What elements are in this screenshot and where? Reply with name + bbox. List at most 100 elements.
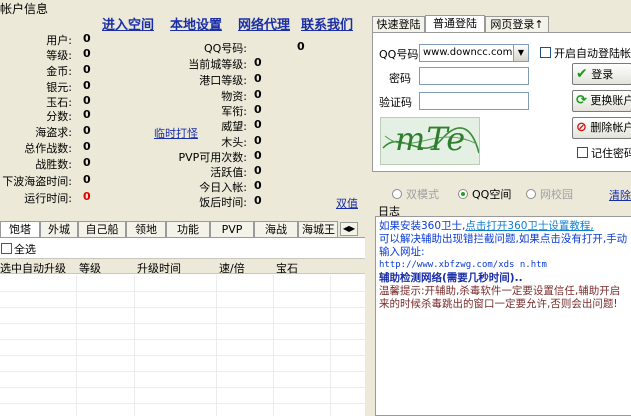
- mode-label-campus: 网校园: [540, 188, 573, 201]
- grid-col-line: [273, 275, 274, 416]
- col-speed[interactable]: 速/倍: [219, 260, 245, 276]
- temp-dock-link[interactable]: 临时打怪: [154, 125, 198, 141]
- run-time-label: 运行时间:: [24, 192, 72, 205]
- function-tab-bar: 饱塔 外城 自己船 领地 功能 PVP 海战 海城王 ◀▶: [0, 221, 365, 238]
- tab-scroll-arrows[interactable]: ◀▶: [340, 222, 358, 236]
- grid-row-line: [0, 371, 365, 372]
- delete-account-label: 删除帐户: [590, 121, 631, 134]
- grid-row-line: [0, 339, 365, 340]
- local-settings-link[interactable]: 本地设置: [170, 14, 222, 33]
- change-account-label: 更换账户: [590, 94, 631, 107]
- enter-space-link[interactable]: 进入空间: [102, 14, 154, 33]
- mode-radio-qzone[interactable]: [458, 189, 468, 199]
- port-level-value: 0: [254, 72, 262, 85]
- login-button-label: 登录: [591, 68, 614, 81]
- prestige-label: 威望:: [221, 120, 247, 133]
- tab-quick-login[interactable]: 快速登陆: [372, 16, 425, 32]
- today-income-label: 今日入帐:: [199, 181, 247, 194]
- password-input[interactable]: [419, 67, 529, 85]
- grid-col-line: [216, 275, 217, 416]
- clear-link[interactable]: 清除: [609, 187, 631, 203]
- grid-col-line: [330, 275, 331, 416]
- col-upgrade-time[interactable]: 升级时间: [137, 260, 181, 276]
- city-level-label: 当前城等级:: [188, 58, 247, 71]
- captcha-input[interactable]: [419, 92, 529, 110]
- wood-label: 木头:: [221, 136, 247, 149]
- grid-header: 选中自动升级 等级 升级时间 速/倍 宝石: [0, 258, 365, 276]
- account-section-title: 帐户信息: [0, 2, 49, 16]
- level-label: 等级:: [46, 49, 72, 62]
- activity-value: 0: [254, 164, 262, 177]
- refresh-icon: ⟳: [576, 93, 587, 108]
- change-account-button[interactable]: ⟳ 更换账户: [572, 90, 631, 112]
- grid-col-line: [134, 275, 135, 416]
- today-income-value: 0: [254, 179, 262, 192]
- col-level[interactable]: 等级: [79, 260, 101, 276]
- tab-1[interactable]: 外城: [40, 221, 78, 237]
- col-auto-upgrade[interactable]: 选中自动升级: [0, 260, 66, 276]
- pvp-label: PVP可用次数:: [178, 151, 248, 164]
- captcha-text: mTe: [395, 120, 467, 158]
- log-url[interactable]: http://www.xbfzwg.com/xds n.htm: [379, 259, 628, 272]
- prestige-value: 0: [254, 118, 262, 131]
- double-value-link[interactable]: 双值: [336, 195, 358, 211]
- tab-normal-login[interactable]: 普通登陆: [425, 15, 485, 33]
- tab-4[interactable]: 功能: [166, 221, 210, 237]
- mode-radio-dual[interactable]: [392, 189, 402, 199]
- select-all-label: 全选: [14, 243, 36, 256]
- col-gem[interactable]: 宝石: [276, 260, 298, 276]
- level-value: 0: [83, 47, 91, 60]
- grid-row-line: [0, 403, 365, 404]
- delete-account-button[interactable]: ⊘ 删除帐户: [572, 117, 631, 139]
- mode-label-dual: 双模式: [406, 188, 439, 201]
- dropdown-arrow-icon[interactable]: ▼: [513, 45, 528, 61]
- total-battles-label: 总作战数:: [24, 142, 72, 155]
- silver-label: 银元:: [46, 81, 72, 94]
- auto-login-checkbox[interactable]: [540, 47, 551, 58]
- remember-password-checkbox[interactable]: [577, 147, 588, 158]
- tab-5[interactable]: PVP: [210, 221, 254, 237]
- mode-label-qzone: QQ空间: [472, 188, 512, 201]
- tab-6[interactable]: 海战: [254, 221, 298, 237]
- city-level-value: 0: [254, 56, 262, 69]
- tab-0[interactable]: 饱塔: [0, 221, 40, 238]
- tab-7[interactable]: 海城王: [298, 221, 338, 237]
- splitter[interactable]: [365, 0, 372, 416]
- user-label: 用户:: [46, 34, 72, 47]
- gold-value: 0: [83, 63, 91, 76]
- score-value: 0: [83, 108, 91, 121]
- materials-label: 物资:: [221, 90, 247, 103]
- next-pirate-label: 下波海盗时间:: [2, 175, 72, 188]
- log-textarea[interactable]: 如果安装360卫士,点击打开360卫士设置教程, 可以解决辅助出现错拦截问题,如…: [375, 216, 631, 416]
- tab-3[interactable]: 领地: [126, 221, 166, 237]
- grid-col-line: [76, 275, 77, 416]
- captcha-image[interactable]: mTe: [380, 117, 480, 165]
- grid-row-line: [0, 291, 365, 292]
- tab-web-login[interactable]: 网页登录↑: [485, 16, 549, 32]
- next-pirate-value: 0: [83, 173, 91, 186]
- sea-honor-value: 0: [83, 124, 91, 137]
- contact-us-link[interactable]: 联系我们: [301, 14, 353, 33]
- user-value: 0: [83, 32, 91, 45]
- military-value: 0: [254, 103, 262, 116]
- tab-2[interactable]: 自己船: [78, 221, 126, 237]
- upgrade-grid-panel: 全选 选中自动升级 等级 升级时间 速/倍 宝石: [0, 237, 365, 416]
- log-360-tutorial-link[interactable]: 点击打开360卫士设置教程,: [465, 220, 593, 232]
- network-proxy-link[interactable]: 网络代理: [238, 14, 290, 33]
- meal-time-label: 饭后时间:: [199, 196, 247, 209]
- mode-radio-campus[interactable]: [526, 189, 536, 199]
- grid-row-line: [0, 387, 365, 388]
- wins-value: 0: [83, 156, 91, 169]
- select-all-checkbox[interactable]: [1, 243, 12, 254]
- qq-number-label: QQ号码: [379, 48, 419, 61]
- arrow-right-icon[interactable]: ▶: [349, 224, 355, 233]
- log-line-tip: 温馨提示:开辅助,杀毒软件一定要设置信任,辅助开启来的时候杀毒跳出的窗口一定要允…: [379, 285, 621, 310]
- total-battles-value: 0: [83, 140, 91, 153]
- log-line-network: 辅助检测网络(需要几秒时间)..: [379, 272, 523, 284]
- grid-row-line: [0, 323, 365, 324]
- auto-login-label: 开启自动登陆帐: [554, 47, 631, 60]
- log-line-360: 如果安装360卫士,: [379, 220, 466, 232]
- run-time-value: 0: [83, 190, 91, 203]
- login-button[interactable]: ✔ 登录: [572, 63, 631, 85]
- activity-label: 活跃值:: [210, 166, 247, 179]
